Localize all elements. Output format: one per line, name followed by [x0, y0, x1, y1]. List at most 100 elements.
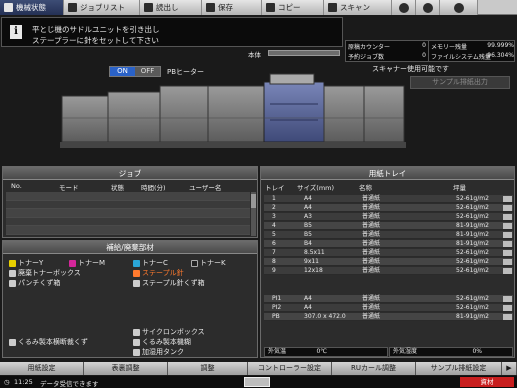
- tray-weight: 81-91g/m2: [456, 231, 489, 238]
- tray-paper-name: 普通紙: [362, 204, 381, 211]
- paper-feed-unit: [323, 85, 365, 143]
- tray-level-indicator: [503, 205, 512, 211]
- help-icon: [422, 2, 433, 13]
- tray-level-indicator: [503, 232, 512, 238]
- counter-box: 原稿カウンター 0 メモリー残量 99.999% 予約ジョブ数 0 ファイルシス…: [345, 40, 515, 62]
- tray-paper-name: 普通紙: [362, 304, 381, 311]
- supply-humidifier-tank: 加湿用タンク: [133, 347, 184, 357]
- tray-row[interactable]: 6 B4 普通紙 81-91g/m2: [264, 240, 513, 248]
- tray-row[interactable]: 8 9x11 普通紙 52-61g/m2: [264, 258, 513, 266]
- tray-weight: 52-61g/m2: [456, 304, 489, 311]
- keyboard-icon[interactable]: [244, 377, 270, 387]
- tray-row[interactable]: PI2 A4 普通紙 52-61g/m2: [264, 304, 513, 312]
- next-page-button[interactable]: ▶: [502, 362, 517, 375]
- tray-row[interactable]: PI1 A4 普通紙 52-61g/m2: [264, 295, 513, 303]
- tray-weight: 52-61g/m2: [456, 195, 489, 202]
- supply-waste-toner: 廃棄トナーボックス: [9, 268, 81, 278]
- tray-row[interactable]: 1 A4 普通紙 52-61g/m2: [264, 195, 513, 203]
- tray-row[interactable]: 5 B5 普通紙 81-91g/m2: [264, 231, 513, 239]
- memory-label: メモリー残量: [431, 44, 468, 51]
- body-status-bar: [268, 50, 340, 56]
- tray-col-name: 名称: [359, 184, 372, 192]
- tab-job-list[interactable]: ジョブリスト: [64, 0, 140, 15]
- tray-paper-name: 普通紙: [362, 213, 381, 220]
- tab-scan[interactable]: スキャン: [324, 0, 392, 15]
- paper-feed-unit-2: [363, 85, 405, 143]
- tab-power[interactable]: [440, 0, 478, 15]
- tray-row[interactable]: 4 B5 普通紙 81-91g/m2: [264, 222, 513, 230]
- job-row[interactable]: [6, 217, 250, 227]
- tab-recall[interactable]: 読出し: [140, 0, 202, 15]
- job-scrollbar[interactable]: [251, 192, 256, 236]
- tray-weight: 52-61g/m2: [456, 204, 489, 211]
- tab-settings[interactable]: [392, 0, 416, 15]
- supply-glue: くるみ製本機糊: [133, 337, 191, 347]
- sample-output-button[interactable]: サンプル排紙出力: [410, 76, 510, 89]
- reserved-jobs-label: 予約ジョブ数: [348, 54, 385, 61]
- tray-id: PI1: [272, 295, 282, 302]
- tab-copy[interactable]: コピー: [262, 0, 324, 15]
- supply-toner-m: トナーM: [69, 258, 105, 268]
- tray-row[interactable]: 3 A3 普通紙 52-61g/m2: [264, 213, 513, 221]
- job-row[interactable]: [6, 209, 250, 218]
- tray-id: 5: [272, 231, 276, 238]
- sample-output-settings-button[interactable]: サンプル排紙設定: [416, 362, 502, 375]
- adjust-button[interactable]: 調整: [168, 362, 248, 375]
- tray-id: 3: [272, 213, 276, 220]
- cyclone-box-icon: [133, 328, 140, 336]
- supply-cyclone-box: サイクロンボックス: [133, 327, 205, 337]
- job-row[interactable]: [6, 192, 250, 201]
- controller-settings-button[interactable]: コントローラー設定: [248, 362, 332, 375]
- tray-row[interactable]: 7 8.5x11 普通紙 52-61g/m2: [264, 249, 513, 257]
- tray-id: 2: [272, 204, 276, 211]
- supply-panel: 補給/廃棄部材 トナーY トナーM トナーC トナーK 廃棄トナーボックス ステ…: [2, 240, 258, 358]
- paper-settings-button[interactable]: 用紙設定: [0, 362, 84, 375]
- supply-toner-c: トナーC: [133, 258, 168, 268]
- status-bar: ◷ 11:25 データ受信できます 資材: [0, 376, 517, 388]
- punch-waste-icon: [9, 279, 16, 287]
- ru-curl-adjust-button[interactable]: RUカール調整: [332, 362, 416, 375]
- tray-id: 4: [272, 222, 276, 229]
- clock-icon: ◷: [4, 378, 10, 386]
- tray-size: 12x18: [304, 267, 323, 274]
- job-scroll-thumb[interactable]: [251, 194, 256, 208]
- toner-m-icon: [69, 259, 76, 267]
- tray-col-weight: 坪量: [453, 184, 466, 192]
- tray-row[interactable]: 9 12x18 普通紙 52-61g/m2: [264, 267, 513, 275]
- tab-save[interactable]: 保存: [202, 0, 262, 15]
- tray-size: B4: [304, 240, 312, 247]
- front-back-adjust-button[interactable]: 表裏調整: [84, 362, 168, 375]
- job-row[interactable]: [6, 226, 250, 235]
- tray-panel: 用紙トレイ トレイ サイズ(mm) 名称 坪量 1 A4 普通紙 52-61g/m2 2…: [260, 166, 515, 358]
- humidifier-tank-icon: [133, 348, 140, 356]
- tray-paper-name: 普通紙: [362, 240, 381, 247]
- glue-icon: [133, 338, 140, 346]
- counter-row-2: 予約ジョブ数 0 ファイルシステム残量 96.304%: [346, 52, 516, 62]
- tab-machine-status[interactable]: 機械状態: [0, 0, 64, 15]
- tab-help[interactable]: [416, 0, 440, 15]
- tray-row[interactable]: 2 A4 普通紙 52-61g/m2: [264, 204, 513, 212]
- filesystem-value: 96.304%: [487, 52, 514, 59]
- status-time: 11:25: [14, 378, 33, 386]
- supply-toner-y: トナーY: [9, 258, 43, 268]
- job-list[interactable]: [6, 192, 250, 236]
- tray-id: 9: [272, 267, 276, 274]
- counter-row-1: 原稿カウンター 0 メモリー残量 99.999%: [346, 42, 516, 52]
- machine-status-icon: [4, 3, 13, 12]
- trim-waste-icon: [9, 338, 16, 346]
- tray-paper-name: 普通紙: [362, 249, 381, 256]
- tray-row[interactable]: PB 307.0 x 472.0 普通紙 81-91g/m2: [264, 313, 513, 321]
- tray-id: 8: [272, 258, 276, 265]
- tab-label: 保存: [218, 3, 233, 12]
- tray-panel-title: 用紙トレイ: [261, 167, 514, 180]
- job-row[interactable]: [6, 200, 250, 210]
- tray-weight: 52-61g/m2: [456, 267, 489, 274]
- tab-label: 読出し: [156, 3, 179, 12]
- memory-value: 99.999%: [487, 42, 514, 49]
- tray-size: A4: [304, 295, 312, 302]
- supply-staple: ステープル針: [133, 268, 184, 278]
- stacker-unit: [159, 85, 209, 143]
- message-box: i 平とじ機のサドルユニットを引き出し ステープラーに針をセットして下さい: [1, 17, 343, 47]
- tray-level-indicator: [503, 259, 512, 265]
- supply-alert-badge[interactable]: 資材: [460, 377, 514, 387]
